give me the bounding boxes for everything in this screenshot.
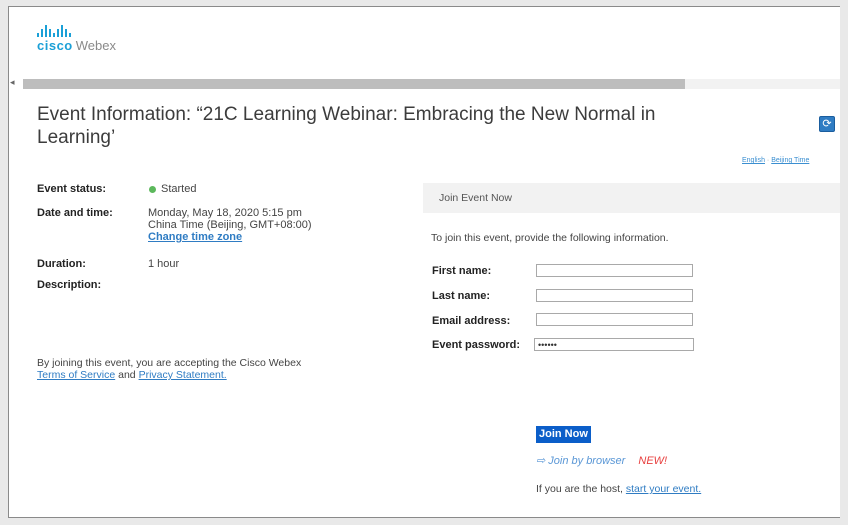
- date-line: Monday, May 18, 2020 5:15 pm: [148, 207, 302, 219]
- duration-label: Duration:: [37, 258, 86, 270]
- join-event-header-text: Join Event Now: [439, 192, 512, 204]
- scroll-left-arrow-icon[interactable]: ◂: [10, 77, 15, 88]
- new-badge: NEW!: [638, 455, 668, 467]
- start-event-link[interactable]: start your event.: [626, 483, 701, 495]
- duration-value: 1 hour: [148, 258, 180, 270]
- cisco-webex-logo: cisco Webex: [37, 25, 116, 53]
- event-password-label: Event password:: [432, 339, 521, 351]
- terms-notice: By joining this event, you are accepting…: [37, 357, 377, 381]
- horizontal-scrollbar[interactable]: [23, 79, 840, 89]
- date-time-value: Monday, May 18, 2020 5:15 pm China Time …: [148, 207, 312, 243]
- privacy-statement-link[interactable]: Privacy Statement.: [139, 369, 227, 381]
- first-name-label: First name:: [432, 265, 492, 277]
- join-instructions: To join this event, provide the followin…: [431, 232, 669, 244]
- time-zone-link[interactable]: Beijing Time: [771, 157, 809, 164]
- top-links: English · Beijing Time: [742, 157, 809, 164]
- page-title: Event Information: “21C Learning Webinar…: [37, 104, 656, 148]
- change-time-zone-link[interactable]: Change time zone: [148, 231, 312, 243]
- last-name-label: Last name:: [432, 290, 491, 302]
- terms-text: By joining this event, you are accepting…: [37, 357, 302, 369]
- terms-of-service-link[interactable]: Terms of Service: [37, 369, 115, 381]
- browser-join-icon: ⇨: [536, 455, 546, 467]
- terms-and: and: [118, 369, 136, 381]
- join-by-browser-link[interactable]: Join by browser: [548, 455, 625, 467]
- cisco-bars-icon: [37, 25, 116, 37]
- host-text: If you are the host,: [536, 483, 623, 495]
- email-input[interactable]: [536, 313, 693, 326]
- top-links-separator: ·: [766, 157, 770, 164]
- event-password-input[interactable]: [534, 338, 694, 351]
- scrollbar-thumb[interactable]: [23, 79, 685, 89]
- date-time-label: Date and time:: [37, 207, 113, 219]
- event-status-label: Event status:: [37, 183, 107, 195]
- language-link[interactable]: English: [742, 157, 765, 164]
- refresh-icon[interactable]: ⟳: [819, 116, 835, 132]
- browser-frame: cisco Webex ◂ Event Information: “21C Lea…: [8, 6, 840, 518]
- webex-wordmark: Webex: [75, 38, 116, 53]
- join-by-browser[interactable]: ⇨ Join by browser NEW!: [536, 454, 667, 467]
- first-name-input[interactable]: [536, 264, 693, 277]
- description-label: Description:: [37, 279, 102, 291]
- cisco-wordmark: cisco: [37, 38, 73, 53]
- join-event-header: Join Event Now: [423, 183, 840, 213]
- last-name-input[interactable]: [536, 289, 693, 302]
- join-now-button[interactable]: Join Now: [536, 426, 591, 443]
- timezone-line: China Time (Beijing, GMT+08:00): [148, 219, 312, 231]
- email-label: Email address:: [432, 315, 511, 327]
- event-status-value: Started: [149, 183, 196, 195]
- status-dot-icon: [149, 185, 156, 193]
- host-notice: If you are the host, start your event.: [536, 483, 701, 495]
- event-status-text: Started: [161, 183, 197, 195]
